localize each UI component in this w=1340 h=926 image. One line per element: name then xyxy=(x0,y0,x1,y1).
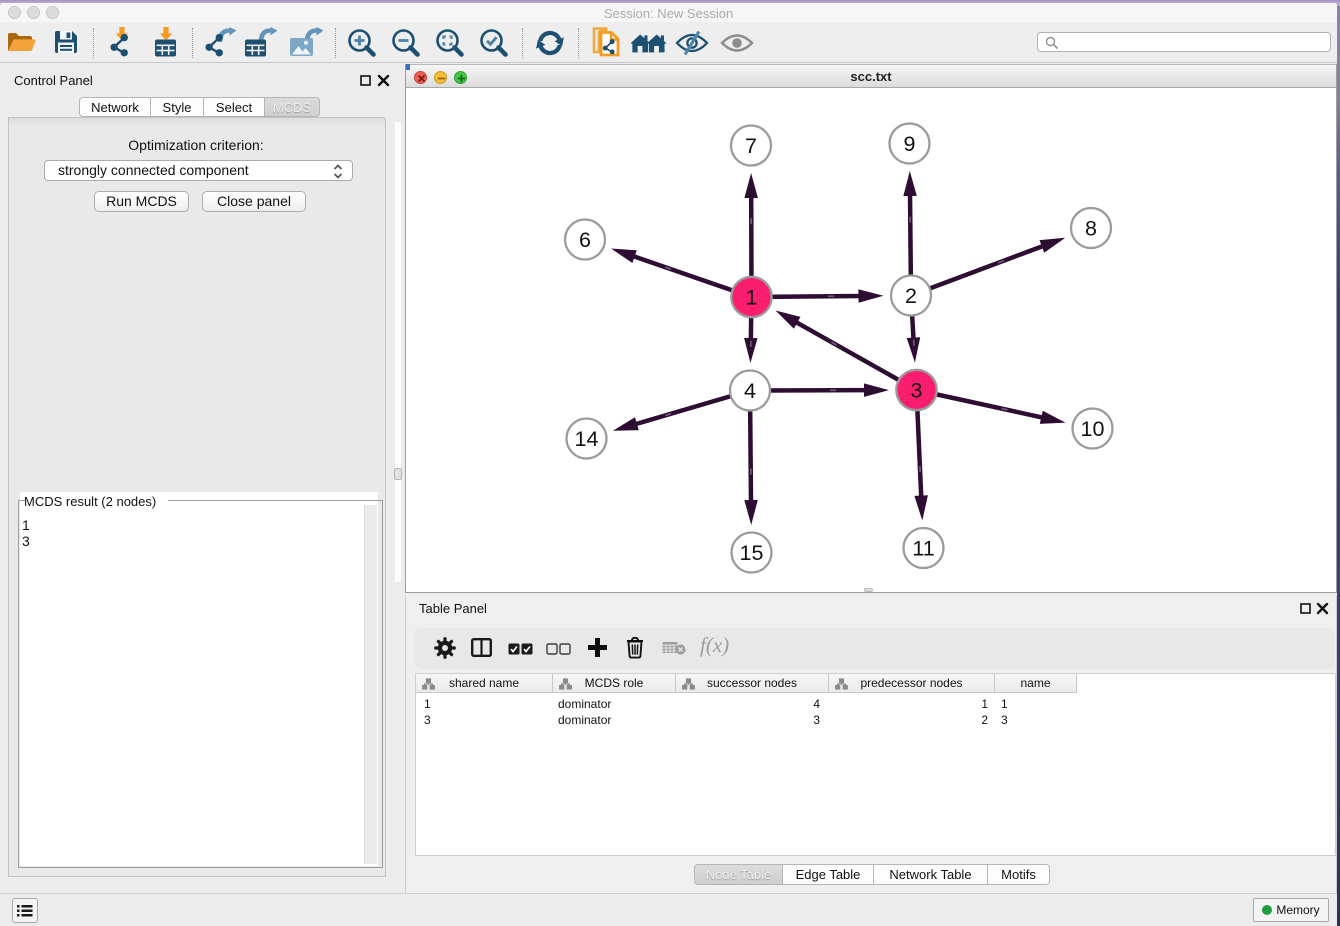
svg-text:11: 11 xyxy=(912,537,934,561)
svg-text:9: 9 xyxy=(904,132,916,156)
svg-text:1: 1 xyxy=(746,286,758,310)
svg-text:14: 14 xyxy=(575,427,599,451)
svg-text:7: 7 xyxy=(745,134,757,158)
svg-text:3: 3 xyxy=(911,379,923,403)
svg-text:4: 4 xyxy=(744,379,756,403)
svg-text:15: 15 xyxy=(740,541,764,565)
svg-text:6: 6 xyxy=(579,228,591,252)
svg-text:10: 10 xyxy=(1081,417,1105,441)
svg-text:8: 8 xyxy=(1085,217,1097,241)
svg-text:2: 2 xyxy=(905,284,917,308)
